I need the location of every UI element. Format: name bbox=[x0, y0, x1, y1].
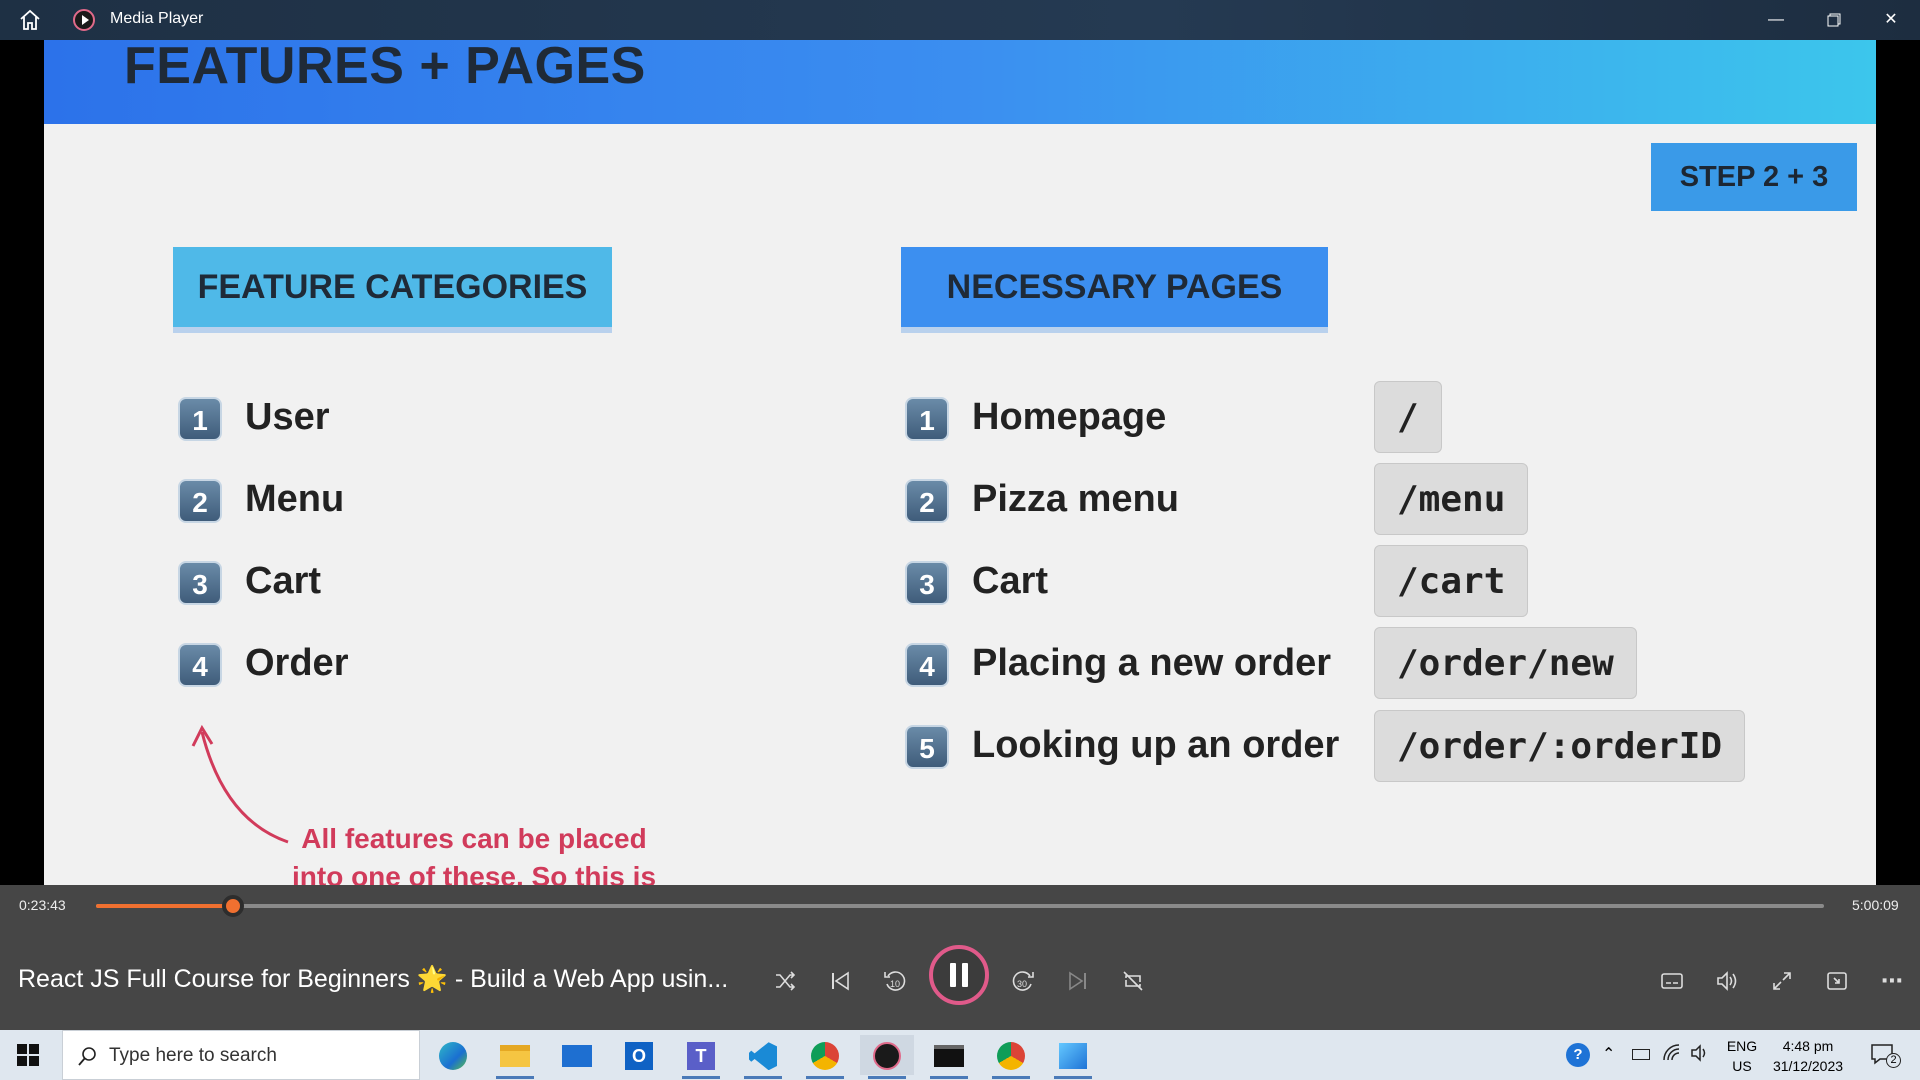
shuffle-icon[interactable] bbox=[765, 961, 805, 1001]
notification-count: 2 bbox=[1886, 1053, 1901, 1068]
clock[interactable]: 4:48 pm 31/12/2023 bbox=[1766, 1036, 1850, 1076]
title-bar: Media Player — ✕ bbox=[0, 0, 1920, 40]
number-badge: 1 bbox=[178, 397, 222, 441]
slide-heading: FEATURES + PAGES bbox=[124, 40, 646, 95]
wifi-icon[interactable] bbox=[1662, 1043, 1682, 1068]
mail-icon[interactable] bbox=[550, 1035, 604, 1075]
media-player-logo-icon bbox=[72, 8, 96, 32]
slide: FEATURES + PAGES STEP 2 + 3 FEATURE CATE… bbox=[44, 40, 1876, 885]
number-badge: 3 bbox=[905, 561, 949, 605]
number-badge: 4 bbox=[178, 643, 222, 687]
restore-icon[interactable] bbox=[1811, 6, 1857, 34]
page-label: Cart bbox=[972, 560, 1049, 602]
file-explorer-icon[interactable] bbox=[488, 1035, 542, 1079]
chrome-profile-icon[interactable] bbox=[984, 1035, 1038, 1079]
notifications-icon[interactable]: 2 bbox=[1870, 1043, 1904, 1069]
route-code: /menu bbox=[1374, 463, 1529, 535]
minimize-icon[interactable]: — bbox=[1753, 6, 1799, 34]
route-code: / bbox=[1374, 381, 1442, 453]
terminal-icon[interactable] bbox=[922, 1035, 976, 1079]
previous-icon[interactable] bbox=[820, 961, 860, 1001]
video-title: React JS Full Course for Beginners 🌟 - B… bbox=[18, 965, 729, 993]
seek-bar-fill bbox=[96, 904, 233, 908]
feature-label: Order bbox=[245, 642, 349, 684]
elapsed-time: 0:23:43 bbox=[19, 897, 66, 913]
repeat-icon[interactable] bbox=[1113, 961, 1153, 1001]
number-badge: 2 bbox=[178, 479, 222, 523]
language-indicator[interactable]: ENG US bbox=[1724, 1036, 1760, 1076]
player-controls: 0:23:43 5:00:09 React JS Full Course for… bbox=[0, 885, 1920, 1030]
home-icon[interactable] bbox=[18, 8, 42, 32]
language-code: ENG bbox=[1726, 1038, 1758, 1054]
fullscreen-icon[interactable] bbox=[1762, 961, 1802, 1001]
clock-date: 31/12/2023 bbox=[1772, 1058, 1844, 1074]
features-header: FEATURE CATEGORIES bbox=[173, 247, 612, 327]
route-code: /order/:orderID bbox=[1374, 710, 1746, 782]
number-badge: 4 bbox=[905, 643, 949, 687]
taskbar-search[interactable]: Type here to search bbox=[62, 1030, 420, 1080]
slide-note: All features can be placed into one of t… bbox=[291, 823, 657, 885]
photos-icon[interactable] bbox=[1046, 1035, 1100, 1079]
skip-back-10-icon[interactable]: 10 bbox=[875, 961, 915, 1001]
chrome-icon[interactable] bbox=[798, 1035, 852, 1079]
route-code: /order/new bbox=[1374, 627, 1637, 699]
subtitles-icon[interactable] bbox=[1652, 961, 1692, 1001]
search-placeholder: Type here to search bbox=[109, 1045, 277, 1066]
feature-label: User bbox=[245, 396, 330, 438]
help-icon[interactable]: ? bbox=[1566, 1043, 1590, 1067]
slide-banner: FEATURES + PAGES bbox=[44, 40, 1876, 124]
page-label: Placing a new order bbox=[972, 642, 1331, 684]
svg-text:30: 30 bbox=[1017, 979, 1027, 989]
number-badge: 2 bbox=[905, 479, 949, 523]
vscode-icon[interactable] bbox=[736, 1035, 790, 1079]
taskbar: Type here to search O T ? ⌃ ENG US 4:48 … bbox=[0, 1030, 1920, 1080]
next-icon[interactable] bbox=[1058, 961, 1098, 1001]
step-badge: STEP 2 + 3 bbox=[1651, 143, 1857, 211]
duration-time: 5:00:09 bbox=[1852, 897, 1899, 913]
pause-icon[interactable] bbox=[929, 945, 989, 1005]
skip-forward-30-icon[interactable]: 30 bbox=[1003, 961, 1043, 1001]
number-badge: 1 bbox=[905, 397, 949, 441]
windows-start-icon[interactable] bbox=[17, 1044, 39, 1066]
seek-thumb[interactable] bbox=[221, 895, 244, 917]
seek-bar[interactable] bbox=[96, 904, 1824, 908]
pages-header: NECESSARY PAGES bbox=[901, 247, 1328, 327]
chevron-up-icon[interactable]: ⌃ bbox=[1602, 1044, 1615, 1064]
teams-icon[interactable]: T bbox=[674, 1035, 728, 1079]
region-code: US bbox=[1732, 1058, 1752, 1074]
page-label: Pizza menu bbox=[972, 478, 1179, 520]
volume-icon[interactable] bbox=[1707, 961, 1747, 1001]
number-badge: 3 bbox=[178, 561, 222, 605]
close-icon[interactable]: ✕ bbox=[1868, 6, 1914, 34]
mini-view-icon[interactable] bbox=[1817, 961, 1857, 1001]
media-player-taskbar-icon[interactable] bbox=[860, 1035, 914, 1079]
page-label: Looking up an order bbox=[972, 724, 1340, 766]
more-icon[interactable]: ⋯ bbox=[1872, 961, 1912, 1001]
window-title: Media Player bbox=[110, 10, 204, 27]
battery-icon[interactable] bbox=[1632, 1049, 1650, 1060]
number-badge: 5 bbox=[905, 725, 949, 769]
speaker-icon[interactable] bbox=[1690, 1043, 1710, 1068]
clock-time: 4:48 pm bbox=[1782, 1038, 1834, 1054]
edge-icon[interactable] bbox=[426, 1035, 480, 1075]
route-code: /cart bbox=[1374, 545, 1529, 617]
page-label: Homepage bbox=[972, 396, 1167, 438]
video-viewport[interactable]: FEATURES + PAGES STEP 2 + 3 FEATURE CATE… bbox=[0, 40, 1920, 885]
outlook-icon[interactable]: O bbox=[612, 1035, 666, 1075]
feature-label: Cart bbox=[245, 560, 322, 602]
search-icon bbox=[77, 1045, 99, 1067]
svg-text:10: 10 bbox=[890, 979, 900, 989]
feature-label: Menu bbox=[245, 478, 345, 520]
